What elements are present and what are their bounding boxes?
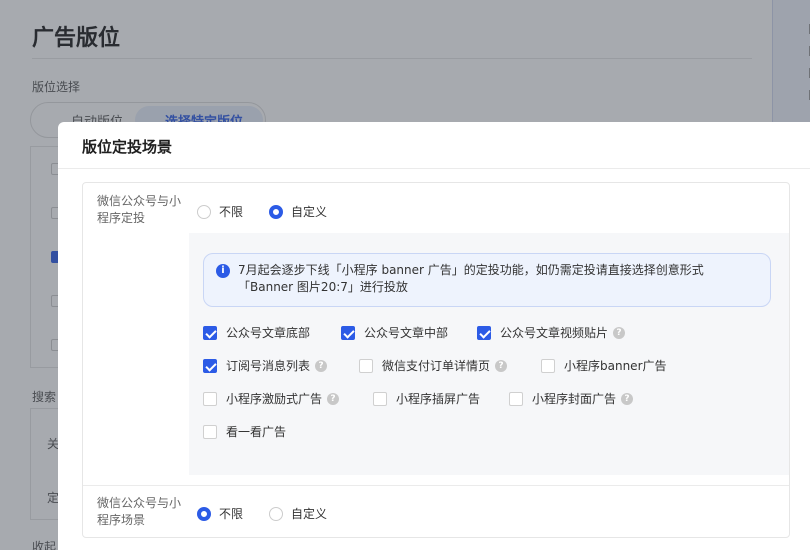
checkbox-unchecked-icon[interactable] xyxy=(509,391,523,406)
radio-circle[interactable] xyxy=(269,204,283,219)
radio-circle[interactable] xyxy=(197,204,211,219)
info-icon: i xyxy=(216,264,230,278)
checkbox-checked-icon[interactable] xyxy=(203,325,217,340)
radio-row2-unlimited[interactable]: 不限 xyxy=(197,505,243,522)
help-icon[interactable]: ? xyxy=(315,359,328,372)
custom-options-area: i 7月起会逐步下线「小程序 banner 广告」的定投功能，如仍需定投请直接选… xyxy=(189,233,789,475)
checkbox-label: 微信支付订单详情页 xyxy=(382,359,491,373)
divider xyxy=(83,485,789,486)
targeting-panel: 微信公众号与小程序定投 不限 自定义 i 7月起会逐步下线「小程序 banner… xyxy=(82,182,790,538)
checkbox-miniprogram-banner[interactable]: 小程序banner广告 xyxy=(541,357,667,374)
radio-label: 不限 xyxy=(219,205,244,219)
checkbox-unchecked-icon[interactable] xyxy=(203,391,217,406)
modal-title: 版位定投场景 xyxy=(82,138,173,156)
radio-label: 自定义 xyxy=(291,205,328,219)
checkbox-unchecked-icon[interactable] xyxy=(359,358,373,373)
checkbox-label: 看一看广告 xyxy=(226,425,287,439)
checkbox-article-middle[interactable]: 公众号文章中部 xyxy=(341,324,448,341)
placement-scene-modal: 版位定投场景 微信公众号与小程序定投 不限 自定义 i 7月起会逐步下线「小程序… xyxy=(58,122,810,550)
help-icon[interactable]: ? xyxy=(327,392,340,405)
help-icon[interactable]: ? xyxy=(621,392,634,405)
checkbox-checked-icon[interactable] xyxy=(341,325,355,340)
radio-row2-custom[interactable]: 自定义 xyxy=(269,505,327,522)
checkbox-unchecked-icon[interactable] xyxy=(373,391,387,406)
checkbox-subscription-list[interactable]: 订阅号消息列表? xyxy=(203,357,328,374)
checkbox-miniprogram-interstitial[interactable]: 小程序插屏广告 xyxy=(373,390,480,407)
checkbox-article-video-patch[interactable]: 公众号文章视频贴片? xyxy=(477,324,626,341)
radio-row1-unlimited[interactable]: 不限 xyxy=(197,203,243,220)
notice-text: 7月起会逐步下线「小程序 banner 广告」的定投功能，如仍需定投请直接选择创… xyxy=(238,263,704,294)
help-icon[interactable]: ? xyxy=(495,359,508,372)
checkbox-checked-icon[interactable] xyxy=(203,358,217,373)
checkbox-wechat-pay-order[interactable]: 微信支付订单详情页? xyxy=(359,357,508,374)
help-icon[interactable]: ? xyxy=(613,326,626,339)
info-notice: i 7月起会逐步下线「小程序 banner 广告」的定投功能，如仍需定投请直接选… xyxy=(203,253,771,307)
checkbox-look-ads[interactable]: 看一看广告 xyxy=(203,423,286,440)
radio-row1-custom[interactable]: 自定义 xyxy=(269,203,327,220)
divider xyxy=(58,168,810,169)
checkbox-article-bottom[interactable]: 公众号文章底部 xyxy=(203,324,310,341)
row-label-targeting: 微信公众号与小程序定投 xyxy=(97,194,182,225)
checkbox-miniprogram-rewarded[interactable]: 小程序激励式广告? xyxy=(203,390,340,407)
checkbox-unchecked-icon[interactable] xyxy=(203,424,217,439)
checkbox-label: 小程序banner广告 xyxy=(564,359,667,373)
radio-label: 不限 xyxy=(219,507,244,521)
checkbox-label: 小程序激励式广告 xyxy=(226,392,323,406)
row-label-scene: 微信公众号与小程序场景 xyxy=(97,496,182,527)
checkbox-unchecked-icon[interactable] xyxy=(541,358,555,373)
checkbox-label: 公众号文章中部 xyxy=(364,326,449,340)
checkbox-label: 公众号文章底部 xyxy=(226,326,311,340)
checkbox-label: 公众号文章视频贴片 xyxy=(500,326,609,340)
checkbox-label: 小程序插屏广告 xyxy=(396,392,481,406)
checkbox-miniprogram-cover[interactable]: 小程序封面广告? xyxy=(509,390,634,407)
checkbox-label: 小程序封面广告 xyxy=(532,392,617,406)
checkbox-label: 订阅号消息列表 xyxy=(226,359,311,373)
checkbox-checked-icon[interactable] xyxy=(477,325,491,340)
radio-label: 自定义 xyxy=(291,507,328,521)
radio-circle[interactable] xyxy=(269,506,283,521)
radio-circle[interactable] xyxy=(197,506,211,521)
